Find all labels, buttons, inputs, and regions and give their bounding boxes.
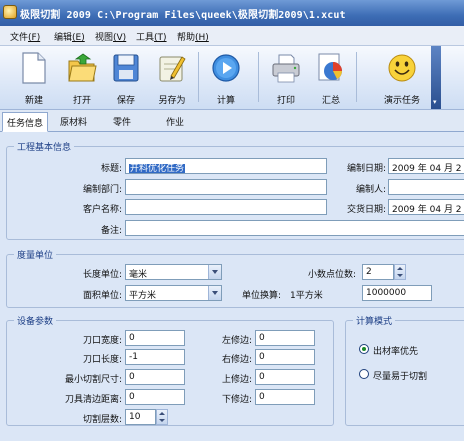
blade-width-input[interactable]: 0 bbox=[125, 330, 185, 346]
note-label: 备注: bbox=[100, 226, 122, 236]
save-as-button[interactable]: 另存为 bbox=[150, 49, 194, 107]
summary-button[interactable]: 汇总 bbox=[309, 49, 353, 107]
length-unit-select[interactable]: 毫米 bbox=[125, 264, 222, 280]
blade-length-input[interactable]: -1 bbox=[125, 349, 185, 365]
length-unit-label: 长度单位: bbox=[82, 270, 122, 280]
tab-jobs[interactable]: 作业 bbox=[166, 115, 184, 128]
compile-date-label: 编制日期: bbox=[346, 164, 386, 174]
chevron-down-icon[interactable] bbox=[159, 419, 165, 422]
play-icon bbox=[212, 54, 240, 82]
delivery-date-label: 交货日期: bbox=[346, 205, 386, 215]
menu-tools[interactable]: 工具(T) bbox=[136, 30, 167, 43]
menu-view[interactable]: 视图(V) bbox=[95, 30, 126, 43]
demo-task-button[interactable]: 演示任务 bbox=[380, 49, 424, 107]
chevron-down-icon: ▾ bbox=[433, 98, 437, 106]
chevron-down-icon[interactable] bbox=[397, 274, 403, 277]
radio-easy-cut[interactable] bbox=[359, 369, 369, 379]
radio-yield-first[interactable] bbox=[359, 344, 369, 354]
chevron-down-icon[interactable] bbox=[208, 286, 221, 300]
menu-edit[interactable]: 编辑(E) bbox=[54, 30, 85, 43]
chevron-down-icon[interactable] bbox=[208, 265, 221, 279]
chevron-up-icon[interactable] bbox=[159, 412, 165, 415]
layers-label: 切割层数: bbox=[82, 415, 122, 425]
bottom-trim-label: 下修边: bbox=[221, 395, 252, 405]
blade-width-label: 刀口宽度: bbox=[82, 336, 122, 346]
tab-raw-material[interactable]: 原材料 bbox=[60, 115, 87, 128]
area-unit-select[interactable]: 平方米 bbox=[125, 285, 222, 301]
decimals-label: 小数点位数: bbox=[307, 270, 356, 280]
bottom-trim-input[interactable]: 0 bbox=[255, 389, 315, 405]
author-input[interactable] bbox=[388, 179, 464, 195]
floppy-disk-icon bbox=[113, 54, 139, 82]
title-bar[interactable]: 极限切割 2009 C:\Program Files\queek\极限切割200… bbox=[0, 0, 464, 26]
toolbar: 新建 打开 保存 另存为 计算 打印 汇总 演示任务 ▾ bbox=[0, 46, 464, 110]
note-input[interactable] bbox=[125, 220, 464, 236]
title-input[interactable]: 开料优化任务 bbox=[125, 158, 327, 174]
radio-easy-cut-label[interactable]: 尽量易于切割 bbox=[373, 369, 427, 382]
save-as-icon bbox=[159, 56, 186, 82]
window-title: 极限切割 2009 C:\Program Files\queek\极限切割200… bbox=[20, 10, 346, 21]
left-trim-input[interactable]: 0 bbox=[255, 330, 315, 346]
tab-bar: 任务信息 原材料 零件 作业 bbox=[0, 110, 464, 132]
dept-input[interactable] bbox=[125, 179, 327, 195]
right-trim-input[interactable]: 0 bbox=[255, 349, 315, 365]
toolbar-separator bbox=[198, 52, 199, 102]
group-title: 计算模式 bbox=[353, 314, 396, 327]
task-info-panel: 工程基本信息 标题: 开料优化任务 编制日期: 2009 年 04 月 2 编制… bbox=[0, 132, 464, 441]
app-icon bbox=[3, 5, 17, 19]
print-button[interactable]: 打印 bbox=[264, 49, 308, 107]
tab-task-info[interactable]: 任务信息 bbox=[2, 112, 49, 132]
top-trim-input[interactable]: 0 bbox=[255, 369, 315, 385]
tab-parts[interactable]: 零件 bbox=[113, 115, 131, 128]
blade-length-label: 刀口长度: bbox=[82, 355, 122, 365]
new-document-icon bbox=[22, 52, 46, 84]
menu-file[interactable]: 文件(F) bbox=[10, 30, 40, 43]
area-unit-label: 面积单位: bbox=[82, 291, 122, 301]
toolbar-overflow-handle[interactable]: ▾ bbox=[431, 46, 441, 109]
calculate-button[interactable]: 计算 bbox=[204, 49, 248, 107]
delivery-date-input[interactable]: 2009 年 04 月 2 bbox=[388, 199, 464, 215]
pie-chart-icon bbox=[318, 53, 342, 81]
group-title: 设备参数 bbox=[14, 314, 57, 327]
top-trim-label: 上修边: bbox=[221, 375, 252, 385]
decimals-input[interactable]: 2 bbox=[362, 264, 394, 280]
radio-yield-first-label[interactable]: 出材率优先 bbox=[373, 344, 418, 357]
tool-clear-label: 刀具清边距离: bbox=[64, 395, 122, 405]
open-folder-icon bbox=[68, 53, 97, 82]
menu-help[interactable]: 帮助(H) bbox=[177, 30, 209, 43]
decimals-stepper[interactable] bbox=[394, 264, 406, 280]
open-button[interactable]: 打开 bbox=[60, 49, 104, 107]
layers-stepper[interactable] bbox=[156, 409, 168, 425]
author-label: 编制人: bbox=[355, 185, 386, 195]
new-button[interactable]: 新建 bbox=[12, 49, 56, 107]
printer-icon bbox=[272, 54, 300, 83]
dept-label: 编制部门: bbox=[82, 185, 122, 195]
compile-date-input[interactable]: 2009 年 04 月 2 bbox=[388, 158, 464, 174]
menu-bar: 文件(F) 编辑(E) 视图(V) 工具(T) 帮助(H) bbox=[0, 26, 464, 46]
conversion-unit: 1平方米 bbox=[290, 291, 323, 301]
layers-input[interactable]: 10 bbox=[125, 409, 156, 425]
smiley-icon bbox=[388, 54, 416, 82]
title-label: 标题: bbox=[100, 164, 122, 174]
toolbar-separator bbox=[258, 52, 259, 102]
save-button[interactable]: 保存 bbox=[104, 49, 148, 107]
chevron-up-icon[interactable] bbox=[397, 267, 403, 270]
group-title: 工程基本信息 bbox=[14, 140, 75, 153]
tool-clear-input[interactable]: 0 bbox=[125, 389, 185, 405]
min-cut-input[interactable]: 0 bbox=[125, 369, 185, 385]
conversion-input[interactable]: 1000000 bbox=[362, 285, 432, 301]
conversion-label: 单位换算: bbox=[241, 291, 281, 301]
right-trim-label: 右修边: bbox=[221, 355, 252, 365]
toolbar-separator bbox=[356, 52, 357, 102]
client-input[interactable] bbox=[125, 199, 327, 215]
left-trim-label: 左修边: bbox=[221, 336, 252, 346]
client-label: 客户名称: bbox=[82, 205, 122, 215]
min-cut-label: 最小切割尺寸: bbox=[64, 375, 122, 385]
group-title: 度量单位 bbox=[14, 248, 57, 261]
